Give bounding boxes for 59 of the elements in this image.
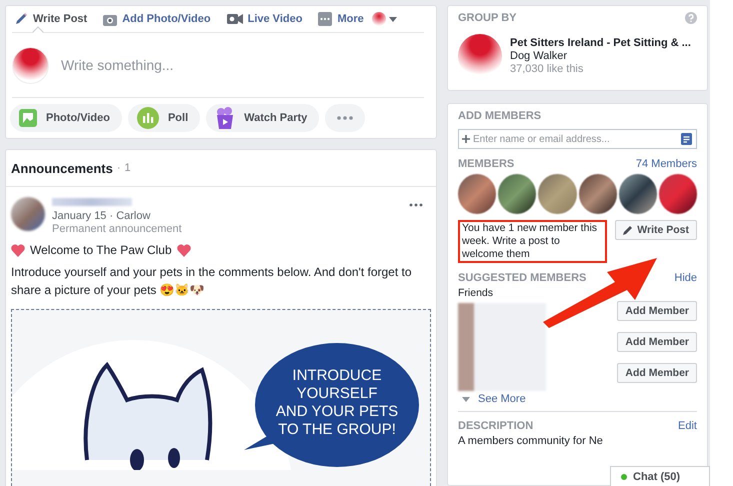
post-date[interactable]: January 15 · Carlow [52, 210, 182, 222]
section-title: Announcements [11, 160, 113, 176]
camera-icon [103, 12, 118, 26]
pencil-icon [14, 12, 28, 26]
heart-icon [11, 244, 25, 256]
page-logo [12, 46, 49, 84]
see-more-link[interactable]: See More [458, 393, 530, 405]
composer-tab[interactable]: Live Video [224, 6, 304, 32]
heart-icon [176, 244, 191, 256]
chat-tab[interactable]: Chat (50) [610, 466, 710, 486]
caret-icon [462, 396, 470, 402]
composer-action-button[interactable]: Poll [128, 104, 200, 132]
add-member-field[interactable]: Enter name or email address... [458, 129, 697, 149]
separator-dot: · [116, 162, 121, 174]
blurred-avatar[interactable] [458, 174, 496, 214]
add-member-button[interactable]: Add Member [617, 363, 697, 383]
page-picker[interactable] [372, 12, 397, 26]
announcement-label: Permanent announcement [52, 223, 182, 235]
caret-icon [388, 16, 397, 22]
page-category: Dog Walker [510, 50, 568, 62]
section-heading: GROUP BY [458, 12, 516, 24]
like-count: 37,030 like this [510, 63, 584, 75]
friends-label: Friends [458, 287, 494, 299]
popcorn-icon [215, 107, 236, 129]
blurred-avatar[interactable] [578, 174, 617, 214]
edit-link[interactable]: Edit [678, 420, 697, 432]
composer-action-button[interactable]: Photo/Video [10, 104, 122, 132]
ellipsis-icon[interactable] [409, 203, 423, 207]
post-text: Introduce yourself and your pets in the comments below. And don't forget to share a picture of your pets 😍🐱🐶 [11, 264, 413, 299]
bar-chart-icon [136, 107, 159, 129]
composer-tab[interactable]: Add Photo/Video [101, 6, 213, 32]
section-heading: SUGGESTED MEMBERS [458, 272, 586, 284]
new-member-notice: You have 1 new member this week. Write a post to welcome them [458, 220, 608, 263]
more-icon [318, 12, 332, 26]
ellipsis-icon [337, 116, 354, 120]
post-headline: Welcome to The Paw Club [30, 243, 172, 257]
blurred-avatar[interactable] [618, 174, 657, 214]
members-link[interactable]: 74 Members [636, 158, 697, 170]
composer-action-button[interactable]: Watch Party [206, 104, 320, 132]
document-icon[interactable] [681, 133, 692, 145]
section-heading: ADD MEMBERS [458, 110, 542, 122]
section-heading: DESCRIPTION [458, 420, 534, 432]
composer-tab[interactable]: More [316, 6, 366, 32]
group-description: A members community for Ne [458, 435, 604, 447]
video-camera-icon [226, 13, 243, 25]
announcement-count: 1 [124, 162, 131, 174]
image-icon [19, 109, 37, 127]
add-member-button[interactable]: Add Member [617, 301, 697, 321]
pencil-icon [623, 225, 634, 235]
blurred-avatar[interactable] [498, 174, 536, 214]
hide-link[interactable]: Hide [674, 272, 697, 284]
page-name-link[interactable]: Pet Sitters Ireland - Pet Sitting & ... [510, 37, 691, 49]
plus-icon [462, 135, 470, 143]
blurred-avatar[interactable] [658, 174, 698, 214]
write-post-button[interactable]: Write Post [615, 220, 697, 240]
more-options-button[interactable] [325, 104, 366, 132]
add-member-button[interactable]: Add Member [617, 332, 697, 352]
blurred-avatar [11, 197, 45, 231]
section-heading: MEMBERS [458, 158, 514, 170]
